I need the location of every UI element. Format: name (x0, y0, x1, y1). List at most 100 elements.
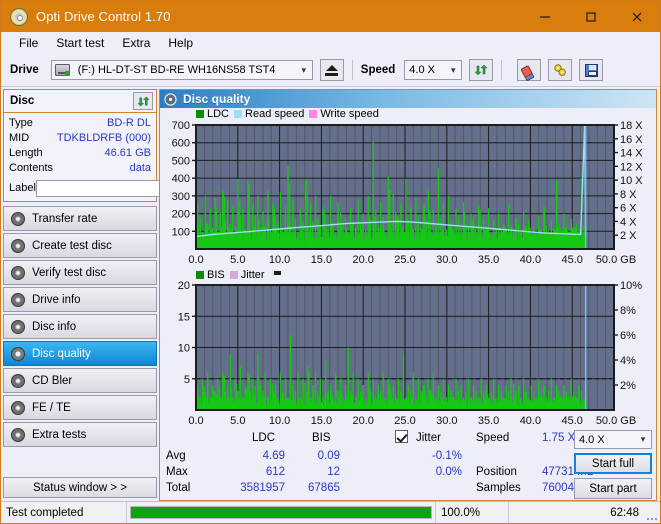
progress-percent: 100.0% (436, 502, 509, 523)
stats-col-ldc: LDC (252, 432, 276, 444)
svg-text:40.0: 40.0 (520, 415, 541, 427)
drive-select[interactable]: (F:) HL-DT-ST BD-RE WH16NS58 TST4 ▾ (50, 60, 313, 80)
charts-area: LDC Read speed Write speed 100 200 300 400 5… (160, 108, 656, 428)
refresh-button[interactable] (469, 59, 494, 81)
legend-label-read-speed: Read speed (245, 108, 305, 121)
stats-row-avg: Avg (166, 450, 186, 462)
legend-read-speed: Read speed (234, 108, 304, 120)
toolbar-divider-1 (351, 60, 353, 80)
sidebar-item-disc-quality[interactable]: Disc quality (3, 341, 157, 366)
progress-bar (127, 502, 436, 523)
disc-row-type-value: BD-R DL (106, 117, 151, 129)
sidebar-item-label: Extra tests (32, 428, 87, 441)
stats-total-ldc: 3581957 (240, 482, 285, 494)
speed-select-value: 4.0 X (409, 64, 435, 76)
erase-button[interactable] (517, 59, 542, 82)
sidebar-item-label: Disc info (32, 320, 77, 333)
svg-text:6 X: 6 X (620, 202, 637, 214)
bis-chart-legend: BIS Jitter (160, 267, 656, 282)
jitter-label: Jitter (416, 432, 441, 444)
sidebar-item-verify-test-disc[interactable]: Verify test disc (3, 260, 157, 285)
svg-text:4 X: 4 X (620, 216, 637, 228)
stats-max-bis: 12 (327, 466, 340, 478)
sidebar-item-cd-bler[interactable]: CD Bler (3, 368, 157, 393)
svg-text:45.0: 45.0 (561, 254, 582, 266)
ldc-chart[interactable]: 100 200 300 400 500 600 700 2 X 4 X 6 X 8 X 10 X 12 … (160, 121, 656, 267)
refresh-icon (136, 96, 150, 106)
svg-text:0.0: 0.0 (188, 254, 203, 266)
speed-label: Speed (360, 64, 396, 76)
svg-text:8 X: 8 X (620, 188, 637, 200)
eraser-icon (520, 62, 538, 82)
stats-row-max: Max (166, 466, 188, 478)
chevron-down-icon: ▾ (301, 64, 307, 75)
svg-text:10.0: 10.0 (269, 415, 290, 427)
stats-row-total: Total (166, 482, 191, 494)
eject-button[interactable] (319, 59, 344, 81)
legend-label-jitter: Jitter (240, 268, 265, 281)
menu-item-help[interactable]: Help (159, 34, 202, 52)
disc-icon (11, 319, 25, 334)
settings-button[interactable] (548, 59, 573, 81)
svg-text:200: 200 (172, 208, 190, 220)
status-window-button[interactable]: Status window > > (3, 477, 157, 498)
disc-icon (11, 400, 25, 415)
save-button[interactable] (579, 59, 604, 81)
optical-drive-icon (54, 64, 70, 76)
eject-icon (325, 64, 338, 71)
svg-text:0.0: 0.0 (188, 415, 203, 427)
svg-text:400: 400 (172, 173, 190, 185)
sidebar-item-transfer-rate[interactable]: Transfer rate (3, 206, 157, 231)
sidebar-item-label: Create test disc (32, 239, 112, 252)
test-speed-select[interactable]: 4.0 X ▾ (574, 430, 652, 449)
status-message: Test completed (1, 502, 127, 523)
sidebar-item-extra-tests[interactable]: Extra tests (3, 422, 157, 447)
start-full-button[interactable]: Start full (574, 453, 652, 474)
disc-refresh-button[interactable] (133, 92, 153, 110)
legend-swatch-ldc (196, 110, 204, 119)
menu-item-file[interactable]: File (10, 34, 47, 52)
svg-text:20.0: 20.0 (352, 254, 373, 266)
start-part-button[interactable]: Start part (574, 478, 652, 499)
stats-jitter-max: 0.0% (435, 466, 462, 478)
app-body: Disc Type BD-R DL MID TDKBLDRFB (000) Le… (1, 87, 660, 501)
jitter-checkbox[interactable] (395, 430, 408, 444)
menu-item-extra[interactable]: Extra (113, 34, 159, 52)
svg-text:45.0: 45.0 (561, 415, 582, 427)
svg-text:12 X: 12 X (620, 161, 643, 173)
sidebar-item-fe-te[interactable]: FE / TE (3, 395, 157, 420)
svg-text:10%: 10% (620, 281, 642, 292)
disc-icon (11, 427, 25, 442)
sidebar-item-create-test-disc[interactable]: Create test disc (3, 233, 157, 258)
stats-area: LDC BIS Avg Max Total 4.69 612 3581957 0… (160, 428, 656, 500)
maximize-button[interactable] (568, 1, 614, 32)
menu-item-start-test[interactable]: Start test (47, 34, 113, 52)
disc-quality-panel: Disc quality LDC Read speed Write speed … (159, 89, 657, 501)
sidebar-item-label: Disc quality (32, 347, 91, 360)
disc-row-length-key: Length (9, 147, 43, 159)
bis-chart[interactable]: 5 10 15 20 2% 4% 6% 8% 10% 0.0 5.0 10.0 15.0 20.0 25.0… (160, 281, 656, 428)
disc-label-row: Label (9, 179, 240, 197)
sidebar: Disc Type BD-R DL MID TDKBLDRFB (000) Le… (1, 87, 240, 501)
drive-toolbar: Drive (F:) HL-DT-ST BD-RE WH16NS58 TST4 … (1, 54, 660, 87)
svg-text:10 X: 10 X (620, 175, 643, 187)
svg-text:100: 100 (172, 226, 190, 238)
disc-row-contents-value: data (129, 162, 151, 174)
disc-icon (11, 265, 25, 280)
disc-label-key: Label (9, 182, 36, 194)
ldc-chart-legend: LDC Read speed Write speed (160, 108, 656, 121)
close-button[interactable] (614, 1, 660, 32)
minimize-button[interactable] (522, 1, 568, 32)
sidebar-item-disc-info[interactable]: Disc info (3, 314, 157, 339)
title-bar: Opti Drive Control 1.70 (1, 1, 660, 32)
resize-grip[interactable] (644, 502, 660, 523)
sidebar-item-drive-info[interactable]: Drive info (3, 287, 157, 312)
test-speed-select-value: 4.0 X (579, 433, 605, 446)
svg-text:5.0: 5.0 (230, 254, 245, 266)
drive-label: Drive (10, 64, 39, 76)
svg-text:600: 600 (172, 137, 190, 149)
stats-avg-bis: 0.09 (317, 450, 340, 462)
svg-text:25.0: 25.0 (394, 254, 415, 266)
speed-select[interactable]: 4.0 X ▾ (404, 60, 463, 80)
svg-text:16 X: 16 X (620, 133, 643, 145)
